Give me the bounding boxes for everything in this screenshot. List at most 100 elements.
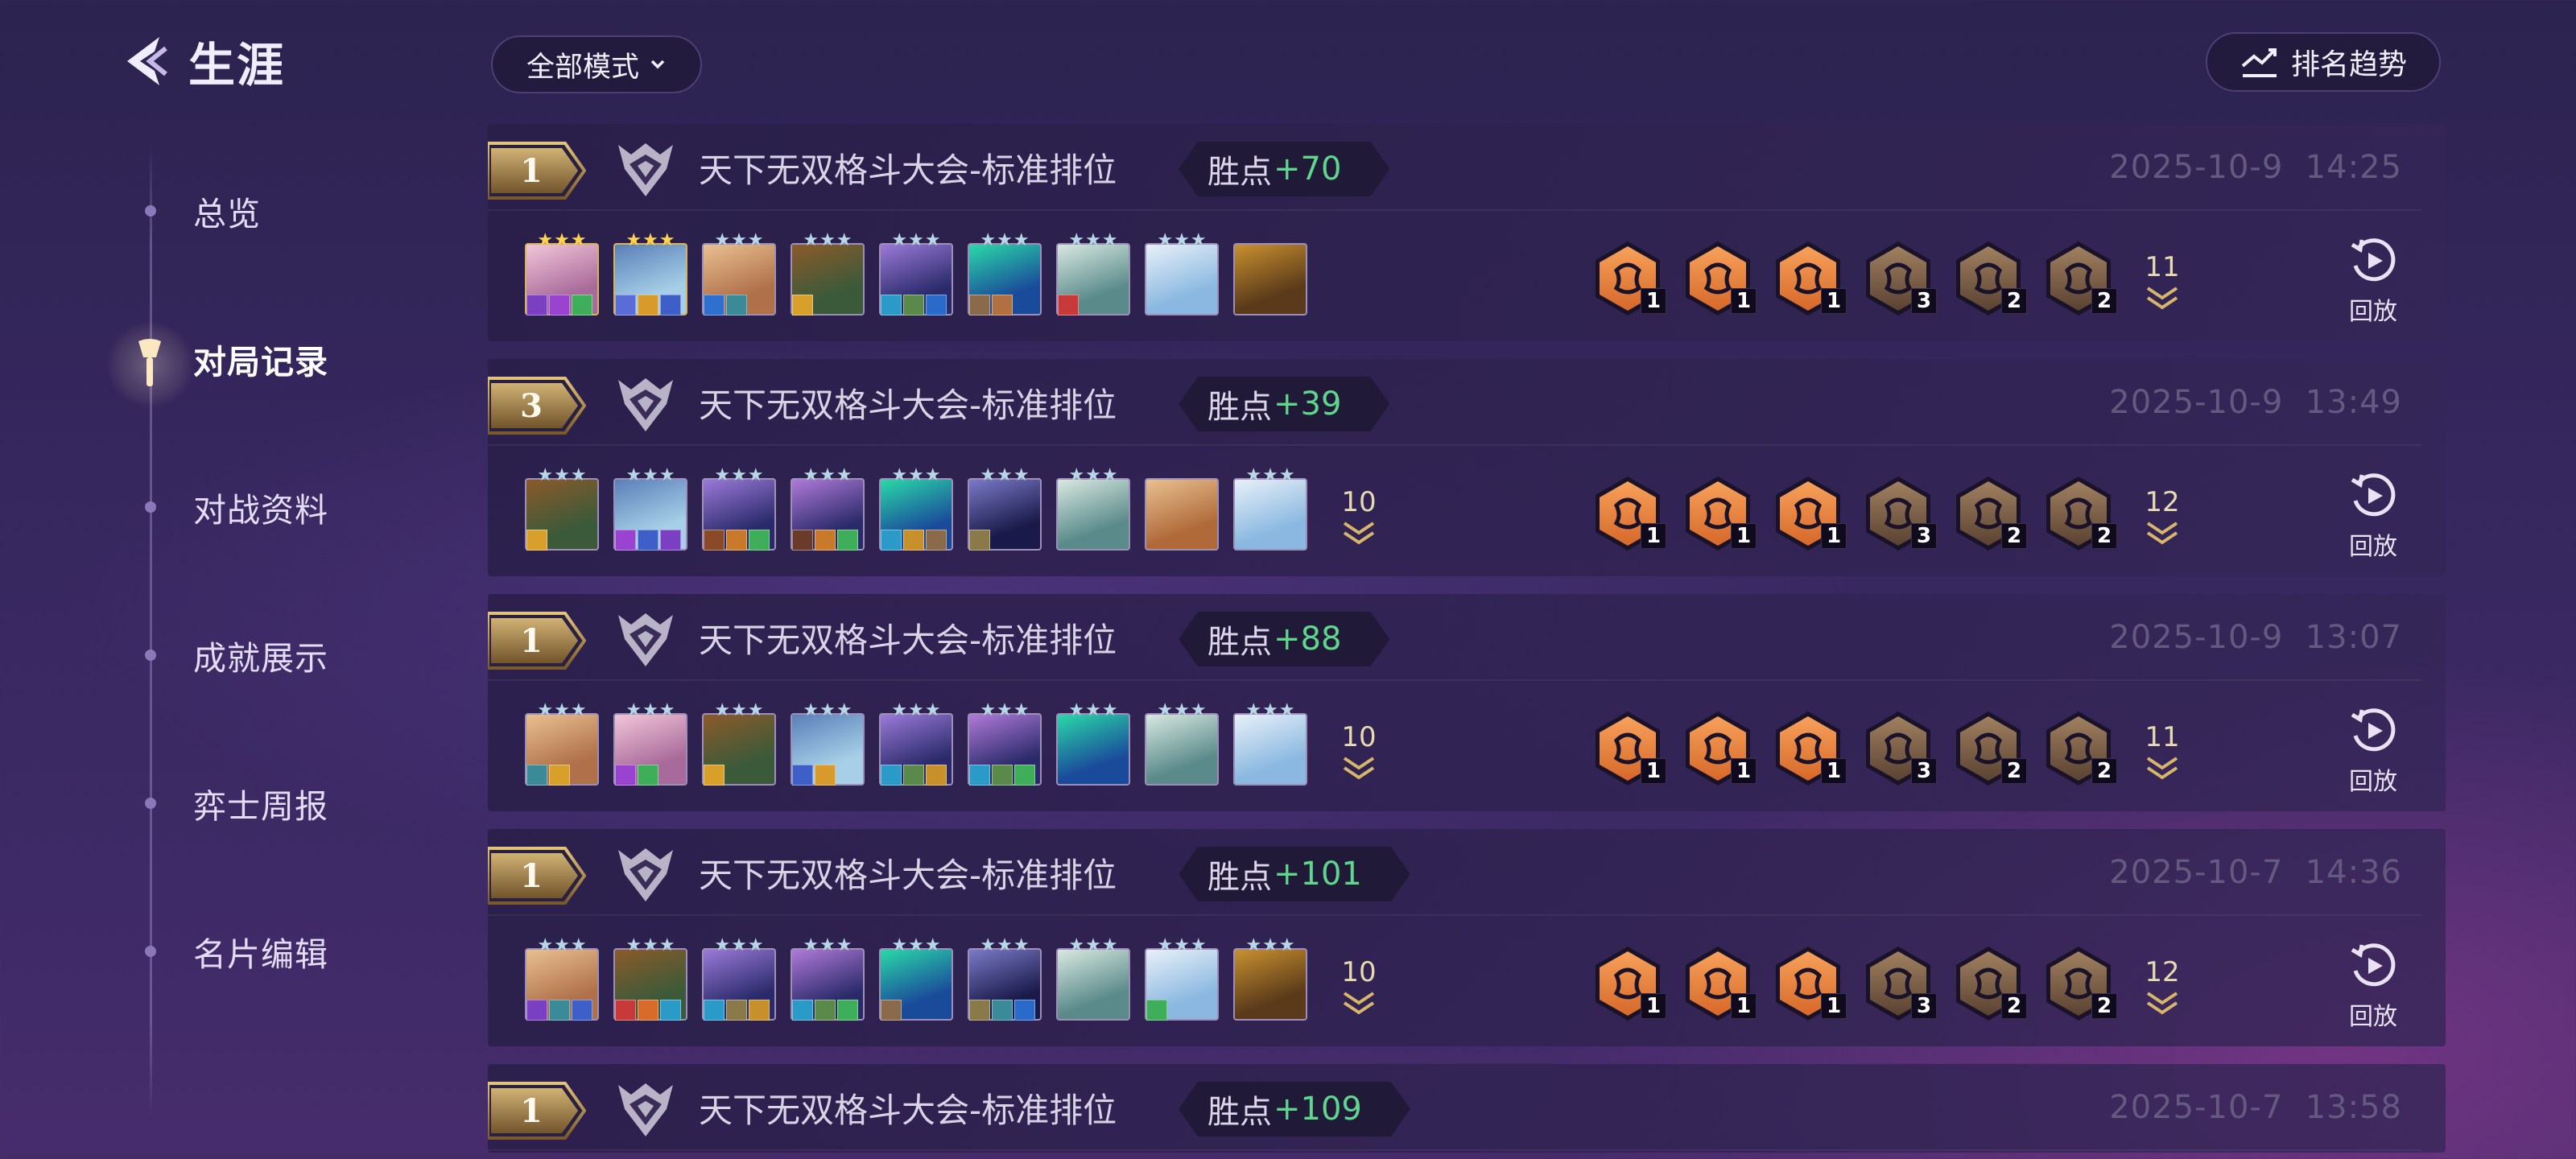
champion-unit[interactable]: ★ ★ ★ bbox=[879, 467, 953, 551]
champion-unit[interactable]: ★ ★ ★ bbox=[525, 232, 599, 316]
trait-icon[interactable]: 3 bbox=[1858, 238, 1938, 319]
champion-unit[interactable]: ★ ★ ★ bbox=[968, 467, 1042, 551]
sidebar-item-label: 弈士周报 bbox=[193, 787, 328, 826]
trait-icon[interactable]: 1 bbox=[1678, 473, 1758, 554]
champion-unit[interactable]: ★ ★ ★ bbox=[613, 232, 687, 316]
trait-icon[interactable]: 1 bbox=[1587, 943, 1668, 1024]
expand-traits-button[interactable]: 11 bbox=[2136, 721, 2188, 782]
champion-unit[interactable]: ★ ★ ★ bbox=[525, 937, 599, 1021]
trait-icon[interactable]: 1 bbox=[1768, 238, 1848, 319]
champion-unit[interactable]: ★ ★ ★ bbox=[1145, 702, 1219, 786]
match-card[interactable]: 1 天下无双格斗大会-标准排位 胜点 +70 2025-10-9 14:25 ★… bbox=[488, 124, 2446, 341]
replay-button[interactable]: 回放 bbox=[2333, 705, 2413, 797]
sidebar-item-match-history[interactable]: 对局记录 bbox=[142, 327, 328, 391]
expand-traits-button[interactable]: 11 bbox=[2136, 251, 2188, 312]
champion-unit[interactable]: ★ ★ ★ bbox=[1233, 467, 1307, 551]
champion-unit[interactable]: ★ ★ ★ bbox=[1056, 937, 1130, 1021]
champion-unit[interactable] bbox=[1145, 473, 1219, 551]
star-level: ★ ★ ★ bbox=[803, 935, 852, 955]
trait-icon[interactable]: 2 bbox=[2038, 943, 2119, 1024]
trait-icon[interactable]: 1 bbox=[1587, 473, 1668, 554]
trait-icon[interactable]: 1 bbox=[1678, 238, 1758, 319]
champion-unit[interactable]: ★ ★ ★ bbox=[879, 937, 953, 1021]
champion-portrait bbox=[1056, 713, 1130, 786]
champion-unit[interactable]: ★ ★ ★ bbox=[702, 702, 776, 786]
trait-icon[interactable]: 2 bbox=[2038, 473, 2119, 554]
trait-icon[interactable]: 1 bbox=[1768, 708, 1848, 789]
trait-count: 2 bbox=[2091, 993, 2117, 1019]
item-slots bbox=[1058, 295, 1079, 316]
trait-icon[interactable]: 1 bbox=[1768, 473, 1848, 554]
expand-traits-button[interactable]: 12 bbox=[2136, 956, 2188, 1017]
chevron-left-icon bbox=[127, 37, 167, 85]
champion-unit[interactable] bbox=[1233, 238, 1307, 316]
champion-unit[interactable]: ★ ★ ★ bbox=[1233, 937, 1307, 1021]
champion-unit[interactable]: ★ ★ ★ bbox=[1056, 232, 1130, 316]
replay-button[interactable]: 回放 bbox=[2333, 470, 2413, 562]
expand-traits-button[interactable]: 12 bbox=[2136, 486, 2188, 547]
champion-unit[interactable]: ★ ★ ★ bbox=[791, 937, 865, 1021]
expand-units-button[interactable]: 10 bbox=[1333, 486, 1385, 547]
sidebar-item-weekly-report[interactable]: 弈士周报 bbox=[142, 771, 328, 835]
champion-unit[interactable]: ★ ★ ★ bbox=[1145, 232, 1219, 316]
trait-icon[interactable]: 1 bbox=[1587, 708, 1668, 789]
rank-trend-button[interactable]: 排名趋势 bbox=[2206, 32, 2441, 92]
star-level: ★ ★ ★ bbox=[803, 465, 852, 485]
item-slots bbox=[792, 530, 858, 551]
champion-unit[interactable]: ★ ★ ★ bbox=[525, 702, 599, 786]
trait-icon[interactable]: 2 bbox=[1948, 238, 2029, 319]
expand-units-button[interactable]: 10 bbox=[1333, 956, 1385, 1017]
champion-unit[interactable]: ★ ★ ★ bbox=[968, 702, 1042, 786]
champion-unit[interactable]: ★ ★ ★ bbox=[613, 937, 687, 1021]
trait-icon[interactable]: 1 bbox=[1768, 943, 1848, 1024]
match-card[interactable]: 1 天下无双格斗大会-标准排位 胜点 +88 2025-10-9 13:07 ★… bbox=[488, 594, 2446, 811]
champion-unit[interactable]: ★ ★ ★ bbox=[791, 232, 865, 316]
champion-unit[interactable]: ★ ★ ★ bbox=[702, 937, 776, 1021]
champion-unit[interactable]: ★ ★ ★ bbox=[702, 232, 776, 316]
trait-icon[interactable]: 2 bbox=[2038, 708, 2119, 789]
champion-unit[interactable]: ★ ★ ★ bbox=[613, 702, 687, 786]
champion-unit[interactable]: ★ ★ ★ bbox=[1145, 937, 1219, 1021]
expand-units-button[interactable]: 10 bbox=[1333, 721, 1385, 782]
champion-unit[interactable]: ★ ★ ★ bbox=[968, 937, 1042, 1021]
lp-label: 胜点 bbox=[1208, 154, 1272, 191]
item-icon bbox=[660, 1000, 681, 1021]
replay-button[interactable]: 回放 bbox=[2333, 235, 2413, 327]
champion-portrait bbox=[1233, 948, 1307, 1021]
sidebar-item-achievements[interactable]: 成就展示 bbox=[142, 623, 328, 687]
sidebar-item-card-edit[interactable]: 名片编辑 bbox=[142, 919, 328, 984]
placement-badge: 1 bbox=[488, 142, 586, 200]
trait-icon[interactable]: 2 bbox=[1948, 943, 2029, 1024]
match-card[interactable]: 1 天下无双格斗大会-标准排位 胜点 +109 2025-10-7 13:58 bbox=[488, 1064, 2446, 1153]
trait-icon[interactable]: 3 bbox=[1858, 943, 1938, 1024]
trait-icon[interactable]: 1 bbox=[1678, 708, 1758, 789]
champion-unit[interactable]: ★ ★ ★ bbox=[968, 232, 1042, 316]
trait-icon[interactable]: 2 bbox=[1948, 708, 2029, 789]
champion-unit[interactable]: ★ ★ ★ bbox=[879, 232, 953, 316]
trait-icon[interactable]: 2 bbox=[1948, 473, 2029, 554]
champion-unit[interactable]: ★ ★ ★ bbox=[613, 467, 687, 551]
replay-button[interactable]: 回放 bbox=[2333, 940, 2413, 1032]
trait-icon[interactable]: 3 bbox=[1858, 708, 1938, 789]
champion-unit[interactable]: ★ ★ ★ bbox=[525, 467, 599, 551]
sidebar-item-battle-data[interactable]: 对战资料 bbox=[142, 475, 328, 539]
champion-unit[interactable]: ★ ★ ★ bbox=[702, 467, 776, 551]
match-card[interactable]: 3 天下无双格斗大会-标准排位 胜点 +39 2025-10-9 13:49 ★… bbox=[488, 359, 2446, 576]
champion-unit[interactable]: ★ ★ ★ bbox=[1056, 702, 1130, 786]
champion-unit[interactable]: ★ ★ ★ bbox=[791, 702, 865, 786]
trait-icon[interactable]: 1 bbox=[1587, 238, 1668, 319]
placement-number: 1 bbox=[520, 621, 543, 660]
champion-unit[interactable]: ★ ★ ★ bbox=[1233, 702, 1307, 786]
placement-badge: 1 bbox=[488, 612, 586, 670]
game-mode-name: 天下无双格斗大会-标准排位 bbox=[699, 385, 1117, 425]
trait-icon[interactable]: 2 bbox=[2038, 238, 2119, 319]
sidebar-item-overview[interactable]: 总览 bbox=[142, 179, 261, 243]
champion-unit[interactable]: ★ ★ ★ bbox=[879, 702, 953, 786]
mode-filter-dropdown[interactable]: 全部模式 bbox=[491, 35, 702, 93]
champion-unit[interactable]: ★ ★ ★ bbox=[1056, 467, 1130, 551]
back-button[interactable]: 生涯 bbox=[113, 29, 285, 93]
champion-unit[interactable]: ★ ★ ★ bbox=[791, 467, 865, 551]
trait-icon[interactable]: 1 bbox=[1678, 943, 1758, 1024]
trait-icon[interactable]: 3 bbox=[1858, 473, 1938, 554]
match-card[interactable]: 1 天下无双格斗大会-标准排位 胜点 +101 2025-10-7 14:36 … bbox=[488, 829, 2446, 1046]
